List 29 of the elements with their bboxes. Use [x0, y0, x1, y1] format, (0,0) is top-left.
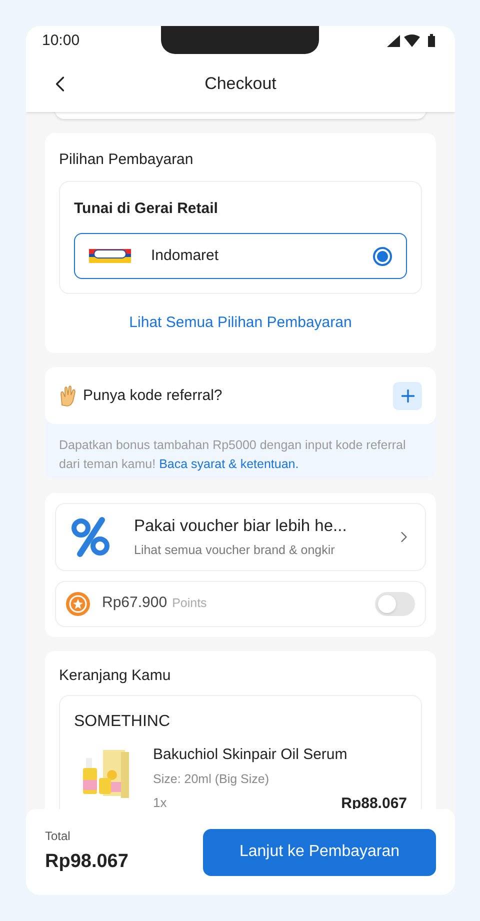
product-price: Rp88.067	[341, 794, 407, 814]
page-title: Checkout	[204, 73, 276, 96]
voucher-title: Pakai voucher biar lebih he...	[134, 516, 348, 537]
referral-description: Dapatkan bonus tambahan Rp5000 dengan input kode referral dari teman kamu! Baca syarat & ketentuan.	[58, 437, 407, 474]
status-time: 10:00	[42, 30, 80, 51]
radio-button[interactable]	[373, 246, 392, 266]
see-all-payments-link[interactable]: Lihat Semua Pilihan Pembayaran	[129, 314, 352, 332]
points-toggle[interactable]	[375, 592, 415, 616]
group-title: Tunai di Gerai Retail	[74, 198, 219, 219]
coin-icon	[66, 592, 90, 616]
voucher-subtitle: Lihat semua voucher brand & ongkir	[134, 542, 336, 559]
section-heading: Keranjang Kamu	[59, 666, 172, 686]
total-amount: Rp98.067	[45, 850, 128, 874]
points-unit: Points	[172, 595, 208, 612]
product-quantity: 1x	[153, 794, 167, 812]
continue-button[interactable]: Lanjut ke Pembayaran	[203, 828, 436, 876]
voucher-row[interactable]: Pakai voucher biar lebih he... Lihat semua voucher brand & ongkir	[55, 502, 426, 570]
referral-title: Punya kode referral?	[83, 386, 224, 406]
payment-option[interactable]: Indomaret	[74, 233, 407, 280]
section-heading: Pilihan Pembayaran	[59, 150, 194, 170]
option-name: Indomaret	[151, 246, 220, 266]
total-label: Total	[45, 828, 72, 846]
product-name: Bakuchiol Skinpair Oil Serum	[153, 745, 348, 765]
add-button[interactable]	[393, 382, 422, 410]
store-name: SOMETHINC	[74, 712, 171, 732]
points-amount: Rp67.900	[102, 593, 168, 614]
store-logo-icon	[89, 249, 131, 264]
product-variant: Size: 20ml (Big Size)	[153, 770, 270, 788]
terms-link[interactable]: Baca syarat & ketentuan.	[159, 457, 299, 472]
